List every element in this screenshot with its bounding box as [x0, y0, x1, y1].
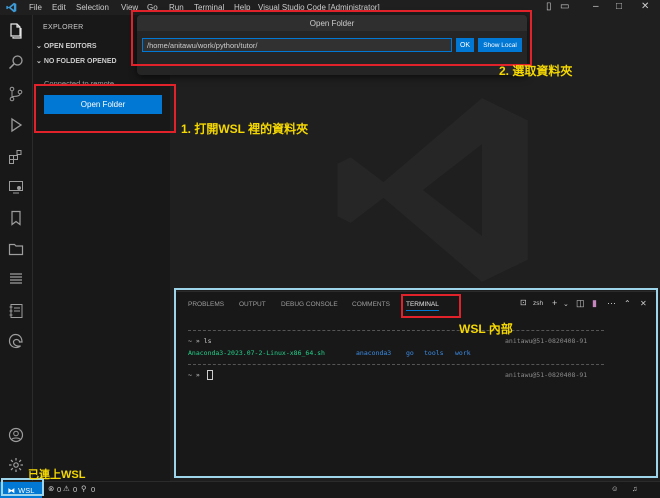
source-control-icon[interactable]: [6, 84, 26, 104]
explorer-header: EXPLORER: [43, 24, 84, 31]
run-debug-icon[interactable]: [6, 115, 26, 135]
no-folder-section[interactable]: ⌄ NO FOLDER OPENED: [36, 57, 117, 65]
chevron-down-icon: ⌄: [36, 58, 42, 65]
layout-panel-icon[interactable]: ▭: [560, 1, 569, 12]
open-editors-section[interactable]: ⌄ OPEN EDITORS: [36, 42, 97, 50]
open-editors-label: OPEN EDITORS: [43, 43, 97, 50]
menu-file[interactable]: File: [29, 3, 42, 12]
annotation-box-quick-pick: [131, 10, 532, 66]
search-icon[interactable]: [6, 52, 26, 72]
error-count: 0: [57, 485, 62, 494]
maximize-icon[interactable]: □: [616, 1, 622, 12]
layout-sidebar-icon[interactable]: ▯: [546, 1, 552, 12]
close-window-icon[interactable]: ✕: [641, 1, 649, 12]
extensions-icon[interactable]: [6, 147, 26, 167]
minimize-icon[interactable]: –: [593, 1, 599, 12]
vscode-watermark-icon: [337, 98, 528, 282]
activity-bar: [0, 15, 33, 481]
folder-icon[interactable]: [6, 239, 26, 259]
account-icon[interactable]: [6, 425, 26, 445]
explorer-icon[interactable]: [6, 21, 26, 41]
error-icon[interactable]: ⊗: [48, 484, 54, 493]
annotation-wsl-inside: WSL 內部: [459, 322, 513, 336]
remote-explorer-icon[interactable]: [6, 177, 26, 197]
annotation-box-open-folder: [34, 84, 176, 133]
edge-icon[interactable]: [6, 331, 26, 351]
status-bar: ⧓ WSL ⊗ 0 ⚠ 0 ⚲ 0 ☺ ♫: [0, 481, 660, 498]
chevron-down-icon: ⌄: [36, 43, 42, 50]
list-icon[interactable]: [6, 269, 26, 289]
menu-selection[interactable]: Selection: [76, 3, 109, 12]
bookmark-icon[interactable]: [6, 208, 26, 228]
notebook-icon[interactable]: [6, 301, 26, 321]
notifications-bell-icon[interactable]: ♫: [632, 484, 638, 493]
annotation-box-terminal-tab: [401, 294, 461, 318]
accounts-status-icon[interactable]: ☺: [611, 484, 619, 493]
vscode-logo-icon: [6, 2, 17, 15]
warning-count: 0: [73, 485, 78, 494]
annotation-step2: 2. 選取資料夾: [499, 64, 573, 78]
ports-icon[interactable]: ⚲: [81, 484, 87, 493]
settings-gear-icon[interactable]: [6, 455, 26, 475]
warning-icon[interactable]: ⚠: [63, 484, 70, 493]
menu-edit[interactable]: Edit: [52, 3, 66, 12]
annotation-step1: 1. 打開WSL 裡的資料夾: [181, 122, 309, 136]
no-folder-label: NO FOLDER OPENED: [43, 58, 117, 65]
annotation-connected-wsl: 已連上WSL: [28, 469, 86, 481]
ports-count: 0: [91, 485, 96, 494]
